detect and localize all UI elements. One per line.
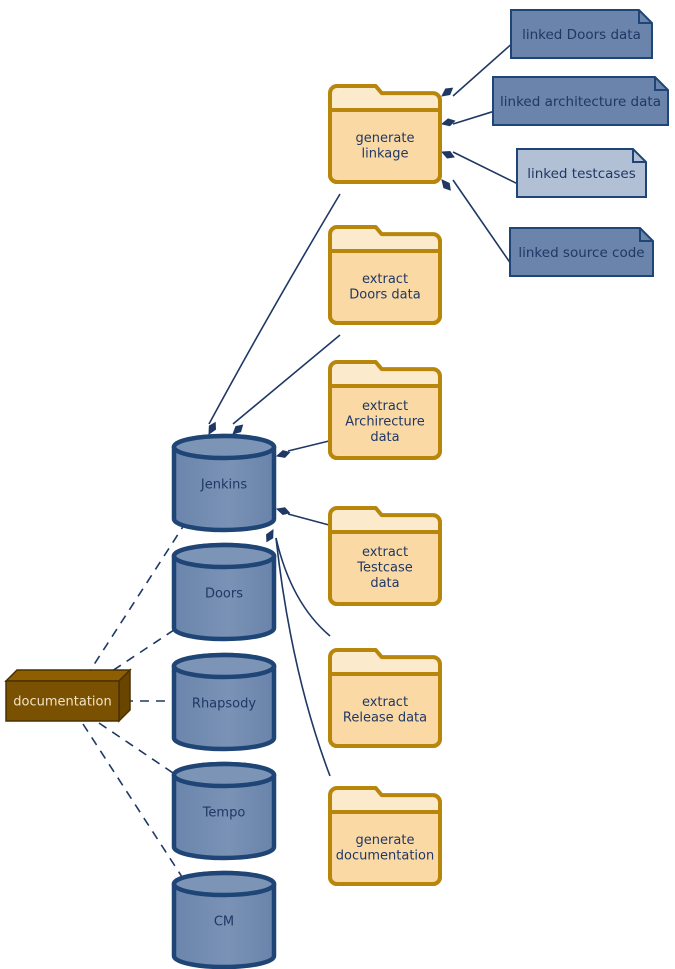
- package-extract-testcase-data[interactable]: extractTestcasedata: [328, 506, 442, 606]
- cylinder-top: [171, 433, 277, 461]
- uml-deployment-diagram: Jenkins Doors Rhapsody Tempo CM generate linka…: [0, 0, 675, 969]
- link-generate-linkage-to-source-note: [452, 179, 511, 264]
- database-doors[interactable]: Doors: [171, 542, 277, 642]
- aggregation-diamond: [208, 421, 217, 435]
- link-jenkins-to-extract-testcase: [287, 513, 331, 527]
- cylinder-top: [171, 652, 277, 680]
- package-generate-linkage[interactable]: generatelinkage: [328, 84, 442, 184]
- database-rhapsody[interactable]: Rhapsody: [171, 652, 277, 752]
- note-body: [516, 148, 647, 198]
- note-linked-doors-data[interactable]: linked Doors data: [510, 9, 653, 59]
- package-body: [328, 384, 442, 460]
- link-jenkins-to-extract-release: [275, 537, 331, 637]
- note-body: [509, 227, 654, 277]
- database-tempo[interactable]: Tempo: [171, 761, 277, 861]
- node-documentation[interactable]: documentation: [4, 668, 132, 723]
- cylinder-top: [171, 870, 277, 898]
- package-body: [328, 672, 442, 748]
- package-body: [328, 530, 442, 606]
- note-linked-testcases[interactable]: linked testcases: [516, 148, 647, 198]
- database-jenkins[interactable]: Jenkins: [171, 433, 277, 533]
- note-body: [492, 76, 669, 126]
- node-top-face: [4, 669, 132, 682]
- node-layer: JenkinsDoorsRhapsodyTempoCM generatelinka…: [4, 9, 669, 969]
- package-extract-release-data[interactable]: extractRelease data: [328, 648, 442, 748]
- link-jenkins-to-extract-doors: [232, 334, 341, 425]
- link-documentation-to-tempo: [98, 722, 183, 780]
- cylinder-top: [171, 542, 277, 570]
- package-generate-documentation[interactable]: generatedocumentation: [328, 786, 442, 886]
- note-body: [510, 9, 653, 59]
- link-jenkins-to-generate-documentation: [275, 537, 331, 777]
- package-body: [328, 108, 442, 184]
- package-body: [328, 249, 442, 325]
- package-extract-architecture-data[interactable]: extractArchirecturedata: [328, 360, 442, 460]
- note-linked-architecture-data[interactable]: linked architecture data: [492, 76, 669, 126]
- aggregation-diamond: [441, 179, 451, 191]
- note-linked-source-code[interactable]: linked source code: [509, 227, 654, 277]
- aggregation-diamond: [440, 151, 455, 159]
- package-extract-doors-data[interactable]: extractDoors data: [328, 225, 442, 325]
- cylinder-top: [171, 761, 277, 789]
- database-cm[interactable]: CM: [171, 870, 277, 969]
- package-body: [328, 810, 442, 886]
- diagram-canvas: JenkinsDoorsRhapsodyTempoCM generatelinka…: [4, 9, 669, 969]
- link-documentation-to-jenkins: [85, 521, 187, 678]
- link-generate-linkage-to-testcases-note: [452, 151, 518, 185]
- node-front-face: [5, 680, 120, 722]
- link-documentation-to-cm: [82, 723, 185, 881]
- link-layer: [82, 43, 518, 881]
- aggregation-diamond: [441, 87, 454, 97]
- link-generate-linkage-to-architecture-note: [452, 110, 494, 125]
- aggregation-diamond: [266, 528, 274, 543]
- link-jenkins-to-extract-architecture: [287, 439, 331, 452]
- aggregation-diamond: [440, 118, 456, 127]
